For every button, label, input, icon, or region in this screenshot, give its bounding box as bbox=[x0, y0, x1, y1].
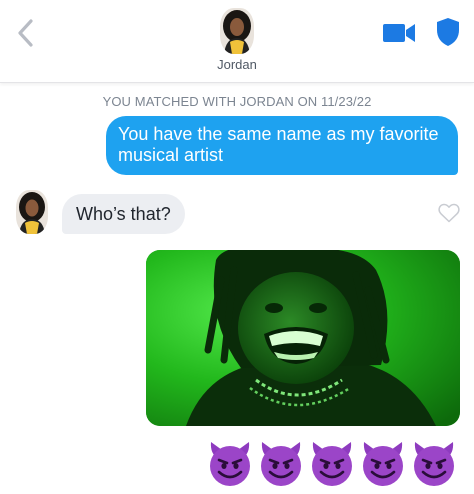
emoji-message[interactable] bbox=[0, 436, 474, 488]
sent-message-bubble[interactable]: You have the same name as my favorite mu… bbox=[106, 116, 458, 175]
received-message-bubble[interactable]: Who’s that? bbox=[62, 194, 185, 234]
smiling-devil-emoji bbox=[261, 442, 301, 486]
chevron-left-icon bbox=[18, 19, 33, 47]
video-camera-icon bbox=[383, 24, 415, 42]
smiling-devil-emoji bbox=[312, 442, 352, 486]
heart-outline-icon bbox=[438, 203, 460, 223]
contact-avatar[interactable] bbox=[220, 8, 254, 54]
contact-avatar-small[interactable] bbox=[16, 190, 48, 234]
smiling-devil-emoji bbox=[210, 442, 250, 486]
like-message-button[interactable] bbox=[438, 203, 460, 223]
smiling-devil-emoji bbox=[414, 442, 454, 486]
chat-screen: Jordan YOU MATCHED WITH JORDAN ON 11/23/… bbox=[0, 0, 474, 494]
safety-button[interactable] bbox=[436, 17, 460, 47]
contact-name[interactable]: Jordan bbox=[0, 57, 474, 72]
shield-icon bbox=[437, 18, 459, 46]
video-call-button[interactable] bbox=[382, 22, 416, 44]
image-message[interactable] bbox=[146, 250, 460, 426]
photo-of-smiling-man bbox=[146, 250, 460, 426]
smiling-devil-emoji bbox=[363, 442, 403, 486]
match-notice: YOU MATCHED WITH JORDAN ON 11/23/22 bbox=[102, 94, 372, 109]
back-button[interactable] bbox=[12, 16, 40, 50]
chat-header: Jordan bbox=[0, 0, 474, 83]
